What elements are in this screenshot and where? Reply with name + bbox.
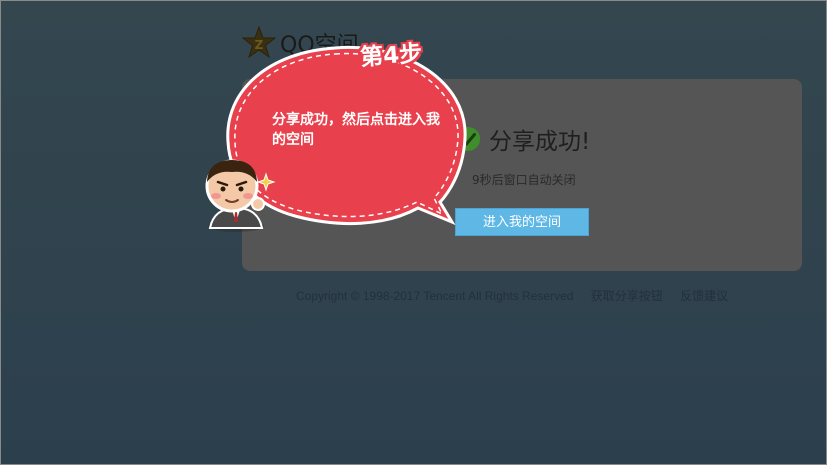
success-title: 分享成功! [489, 129, 591, 155]
countdown-text: 9秒后窗口自动关闭 [472, 173, 576, 187]
copyright-text: Copyright © 1998-2017 Tencent All Rights… [296, 289, 574, 303]
mascot-cartoon-icon [205, 159, 276, 232]
get-share-button-link[interactable]: 获取分享按钮 [591, 289, 663, 303]
footer: Copyright © 1998-2017 Tencent All Rights… [296, 287, 728, 304]
tutorial-message: 分享成功，然后点击进入我的空间 [272, 112, 440, 148]
step-label: 第4步 [359, 40, 424, 72]
feedback-link[interactable]: 反馈建议 [680, 289, 728, 303]
